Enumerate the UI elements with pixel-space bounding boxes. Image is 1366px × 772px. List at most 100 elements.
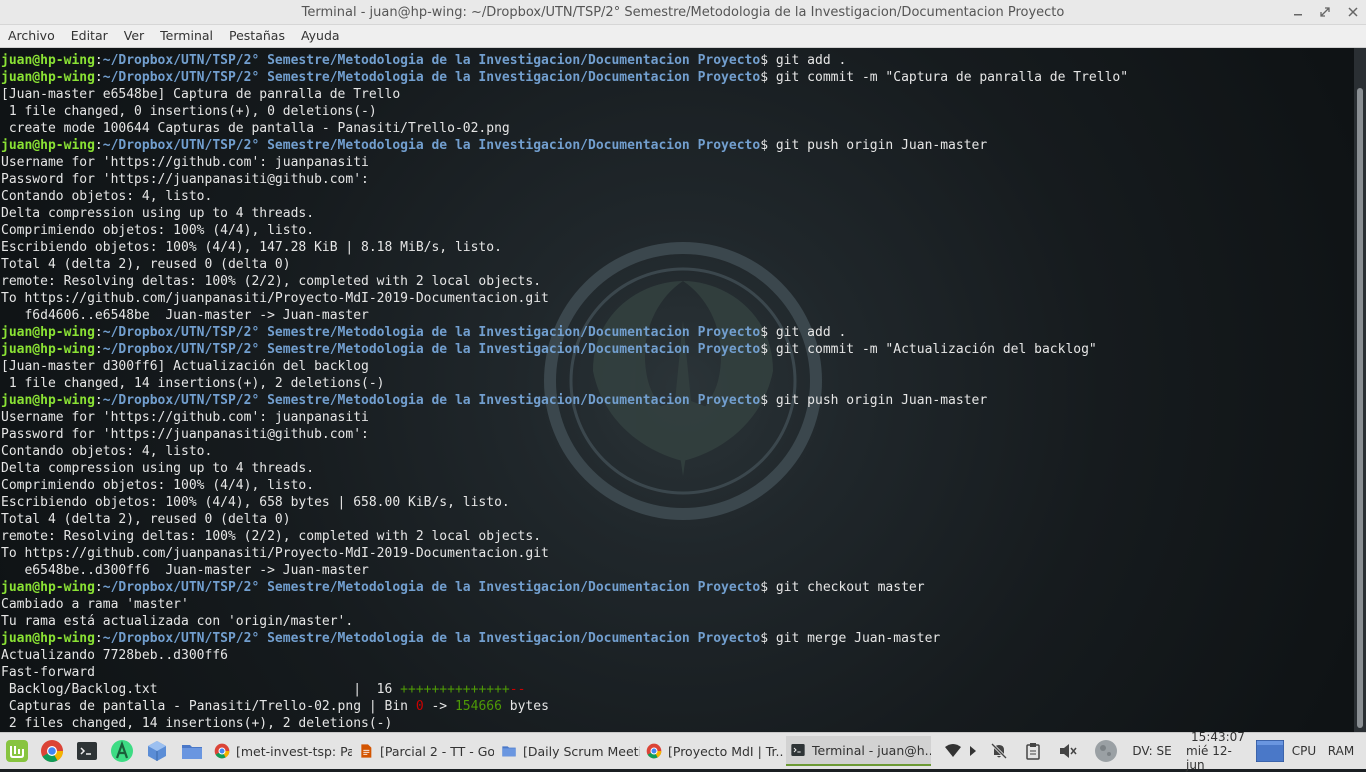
- output-line: Escribiendo objetos: 100% (4/4), 658 byt…: [1, 494, 1128, 511]
- restore-button[interactable]: [1312, 0, 1338, 24]
- notifications-toggle[interactable]: [986, 733, 1012, 769]
- prompt-separator: :: [94, 580, 103, 595]
- output-line: Contando objetos: 4, listo.: [1, 188, 1128, 205]
- tray-expand-arrow[interactable]: [966, 733, 980, 769]
- clock[interactable]: 15:43:07 mié 12-jun: [1186, 730, 1250, 772]
- command-text: git commit -m "Captura de panralla de Tr…: [775, 70, 1129, 85]
- output-line: Capturas de pantalla - Panasiti/Trello-0…: [1, 698, 1128, 715]
- output-line: create mode 100644 Capturas de pantalla …: [1, 120, 1128, 137]
- taskbar-window-1[interactable]: [met-invest-tsp: Pa...: [210, 736, 352, 766]
- output-text: Tu rama está actualizada con 'origin/mas…: [1, 614, 354, 629]
- menu-pestanas[interactable]: Pestañas: [221, 25, 293, 47]
- minimize-button[interactable]: [1285, 0, 1311, 24]
- ram-monitor[interactable]: RAM: [1324, 733, 1358, 769]
- output-line: To https://github.com/juanpanasiti/Proye…: [1, 545, 1128, 562]
- minimize-icon: [1294, 14, 1302, 16]
- window-title: Terminal - juan@hp-wing: ~/Dropbox/UTN/T…: [301, 4, 1065, 20]
- cube-icon: [148, 741, 166, 761]
- binstat-prefix: Bin: [376, 699, 416, 714]
- diffstat-file: Capturas de pantalla - Panasiti/Trello-0…: [1, 699, 362, 714]
- output-line: Comprimiendo objetos: 100% (4/4), listo.: [1, 222, 1128, 239]
- prompt-separator: :: [94, 325, 103, 340]
- files-launcher[interactable]: [177, 736, 207, 766]
- cpu-monitor[interactable]: CPU: [1289, 733, 1319, 769]
- diffstat-separator: |: [353, 682, 362, 697]
- chrome-icon: [41, 740, 63, 762]
- output-text: Delta compression using up to 4 threads.: [1, 206, 315, 221]
- prompt-user: juan@hp-wing: [1, 580, 95, 595]
- diffstat-insertions: ++++++++++++++: [400, 682, 510, 697]
- window-titlebar[interactable]: Terminal - juan@hp-wing: ~/Dropbox/UTN/T…: [0, 0, 1366, 25]
- close-button[interactable]: [1340, 0, 1366, 24]
- output-line: Fast-forward: [1, 664, 1128, 681]
- taskbar-window-3[interactable]: [Daily Scrum Meeti...: [497, 736, 640, 766]
- prompt-separator: :: [94, 53, 103, 68]
- prompt-path: ~/Dropbox/UTN/TSP/2° Semestre/Metodologi…: [102, 138, 761, 153]
- output-line: Delta compression using up to 4 threads.: [1, 205, 1128, 222]
- taskbar-window-4[interactable]: [Proyecto MdI | Tr...: [642, 736, 784, 766]
- prompt-separator: :: [94, 70, 103, 85]
- prompt-user: juan@hp-wing: [1, 342, 95, 357]
- prompt-line: juan@hp-wing:~/Dropbox/UTN/TSP/2° Semest…: [1, 324, 1128, 341]
- output-line: Backlog/Backlog.txt | 16 ++++++++++++++-…: [1, 681, 1128, 698]
- prompt-path: ~/Dropbox/UTN/TSP/2° Semestre/Metodologi…: [102, 631, 761, 646]
- virtualbox-launcher[interactable]: [142, 736, 172, 766]
- wifi-status[interactable]: [940, 733, 966, 769]
- taskbar-window-label: [Parcial 2 - TT - Go...: [380, 743, 494, 759]
- chevron-right-icon: [970, 746, 976, 756]
- output-line: Username for 'https://github.com': juanp…: [1, 409, 1128, 426]
- output-text: Delta compression using up to 4 threads.: [1, 461, 315, 476]
- menu-ver[interactable]: Ver: [116, 25, 152, 47]
- prompt-user: juan@hp-wing: [1, 325, 95, 340]
- prompt-symbol: $: [760, 70, 776, 85]
- close-icon: [1348, 7, 1358, 17]
- output-line: Delta compression using up to 4 threads.: [1, 460, 1128, 477]
- output-line: 1 file changed, 0 insertions(+), 0 delet…: [1, 103, 1128, 120]
- output-text: Fast-forward: [1, 665, 95, 680]
- output-text: To https://github.com/juanpanasiti/Proye…: [1, 291, 549, 306]
- output-text: Password for 'https://juanpanasiti@githu…: [1, 172, 369, 187]
- terminal-output-area[interactable]: juan@hp-wing:~/Dropbox/UTN/TSP/2° Semest…: [0, 48, 1354, 732]
- terminal-launcher[interactable]: [72, 736, 102, 766]
- output-line: [Juan-master e6548be] Captura de panrall…: [1, 86, 1128, 103]
- weather-applet[interactable]: [1090, 733, 1122, 769]
- output-line: Cambiado a rama 'master': [1, 596, 1128, 613]
- taskbar-window-label: [met-invest-tsp: Pa...: [236, 743, 352, 759]
- output-line: To https://github.com/juanpanasiti/Proye…: [1, 290, 1128, 307]
- taskbar-window-label: Terminal - juan@h...: [812, 742, 931, 758]
- output-text: Username for 'https://github.com': juanp…: [1, 410, 369, 425]
- workspace-switcher[interactable]: [1254, 733, 1286, 769]
- mint-menu-button[interactable]: [2, 736, 32, 766]
- keyboard-layout[interactable]: DV: SE: [1128, 733, 1176, 769]
- volume-control[interactable]: [1054, 733, 1082, 769]
- prompt-path: ~/Dropbox/UTN/TSP/2° Semestre/Metodologi…: [102, 342, 761, 357]
- prompt-symbol: $: [760, 138, 776, 153]
- menu-ayuda[interactable]: Ayuda: [293, 25, 348, 47]
- chrome-launcher[interactable]: [37, 736, 67, 766]
- prompt-path: ~/Dropbox/UTN/TSP/2° Semestre/Metodologi…: [102, 393, 761, 408]
- taskbar-window-2[interactable]: [Parcial 2 - TT - Go...: [354, 736, 494, 766]
- android-studio-launcher[interactable]: [107, 736, 137, 766]
- prompt-line: juan@hp-wing:~/Dropbox/UTN/TSP/2° Semest…: [1, 630, 1128, 647]
- binstat-arrow: ->: [423, 699, 455, 714]
- terminal-icon: [791, 744, 805, 756]
- clipboard-applet[interactable]: [1020, 733, 1046, 769]
- prompt-path: ~/Dropbox/UTN/TSP/2° Semestre/Metodologi…: [102, 580, 761, 595]
- android-studio-icon: [111, 740, 133, 762]
- menu-terminal[interactable]: Terminal: [152, 25, 221, 47]
- output-text: 1 file changed, 14 insertions(+), 2 dele…: [1, 376, 385, 391]
- terminal-icon: [77, 742, 97, 760]
- command-text: git commit -m "Actualización del backlog…: [775, 342, 1097, 357]
- scrollbar-thumb[interactable]: [1357, 88, 1363, 728]
- taskbar-window-5-active[interactable]: Terminal - juan@h...: [786, 736, 931, 766]
- output-text: Escribiendo objetos: 100% (4/4), 147.28 …: [1, 240, 502, 255]
- menu-editar[interactable]: Editar: [63, 25, 116, 47]
- prompt-path: ~/Dropbox/UTN/TSP/2° Semestre/Metodologi…: [102, 70, 761, 85]
- output-line: Password for 'https://juanpanasiti@githu…: [1, 426, 1128, 443]
- bell-muted-icon: [991, 743, 1007, 759]
- output-line: 2 files changed, 14 insertions(+), 2 del…: [1, 715, 1128, 732]
- terminal-scrollbar[interactable]: [1354, 48, 1366, 732]
- menu-archivo[interactable]: Archivo: [0, 25, 63, 47]
- diffstat-deletions: --: [509, 682, 526, 697]
- output-line: remote: Resolving deltas: 100% (2/2), co…: [1, 528, 1128, 545]
